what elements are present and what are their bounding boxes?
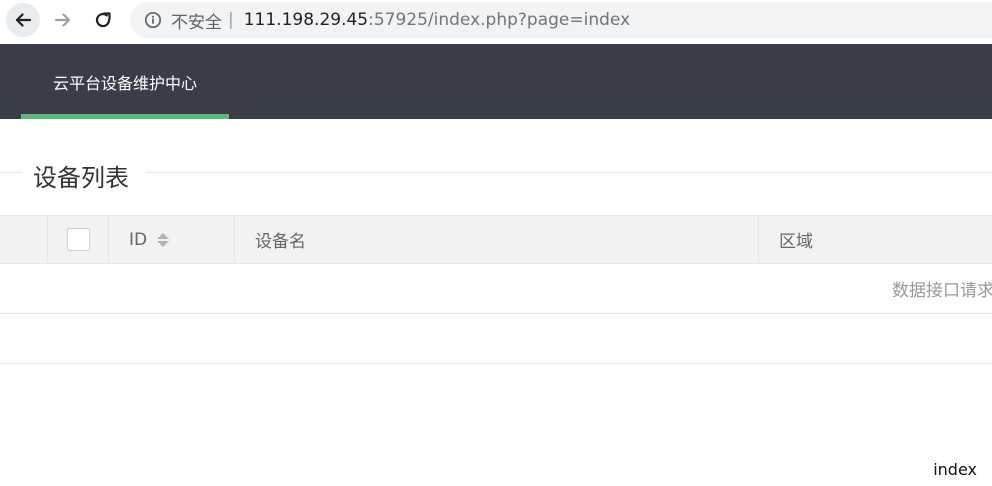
divider [0,172,22,173]
sort-desc-icon[interactable] [157,240,170,247]
security-label: 不安全 [171,12,222,33]
page-title: 设备列表 [33,164,129,192]
sort-icon[interactable] [157,232,170,247]
url-host: 111.198.29.45 [243,10,369,30]
url-separator: | [228,10,234,30]
sort-asc-icon[interactable] [157,232,170,239]
empty-message: 数据接口请求 [892,281,992,301]
info-circle-icon[interactable] [144,11,162,29]
url-path: :57925/index.php?page=index [368,10,631,30]
nav-item-home[interactable]: 云平台设备维护中心 [21,44,229,119]
select-all-checkbox[interactable] [67,228,90,251]
arrow-right-icon [54,13,71,27]
reload-icon [95,12,111,28]
forward-button[interactable] [46,3,80,37]
column-label-id: ID [129,229,148,250]
table-row [0,314,992,364]
header-cell-blank [0,216,48,263]
section-title: 设备列表 [0,150,992,196]
device-table: ID 设备名 区域 数据接口请求 [0,215,992,364]
column-label-region: 区域 [779,232,813,252]
header-cell-checkbox [47,216,109,263]
active-nav-indicator [21,114,229,119]
table-row: 数据接口请求 [0,264,992,314]
back-button[interactable] [6,3,40,37]
column-header-id[interactable]: ID [108,216,235,263]
browser-toolbar: 不安全 | 111.198.29.45:57925/index.php?page… [0,0,992,44]
table-header: ID 设备名 区域 [0,215,992,264]
reload-button[interactable] [86,3,120,37]
arrow-left-icon [15,13,32,27]
address-bar[interactable]: 不安全 | 111.198.29.45:57925/index.php?page… [130,2,992,38]
divider [146,172,992,173]
column-header-device-name: 设备名 [234,216,759,263]
column-header-region: 区域 [758,216,992,263]
footer-text: index [933,460,977,479]
app-header: 云平台设备维护中心 [0,44,992,119]
column-label-device-name: 设备名 [255,232,306,252]
